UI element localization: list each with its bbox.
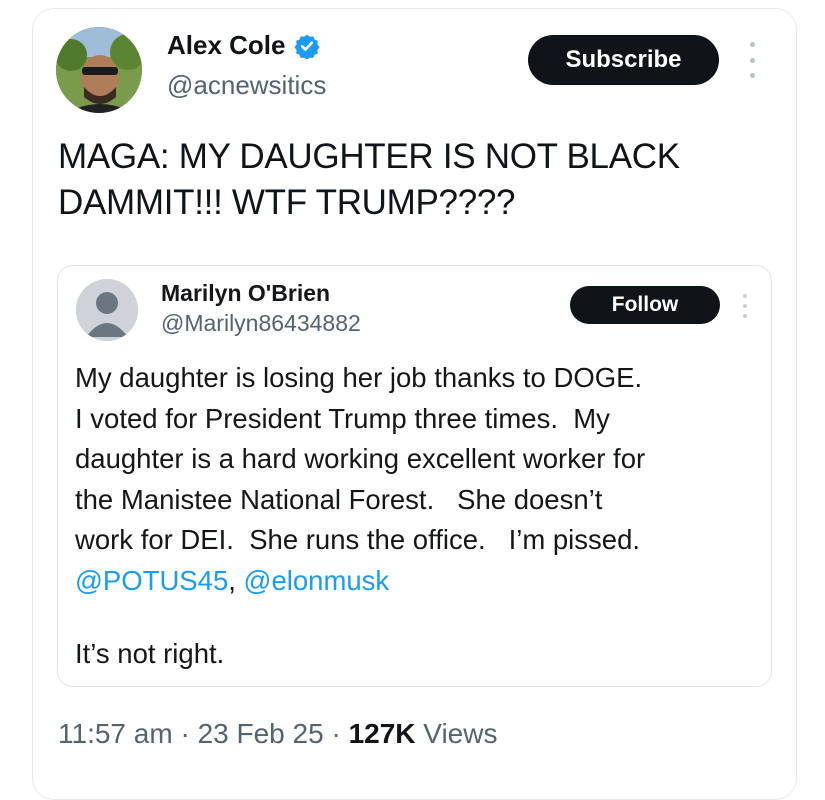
quoted-author-name[interactable]: Marilyn O'Brien: [161, 280, 330, 307]
tweet-text: MAGA: MY DAUGHTER IS NOT BLACK DAMMIT!!!…: [58, 134, 758, 226]
more-options-icon[interactable]: [745, 42, 759, 78]
quoted-text-line: My daughter is losing her job thanks to …: [75, 362, 643, 393]
author-avatar[interactable]: [56, 27, 142, 113]
mention-separator: ,: [228, 564, 244, 596]
follow-button[interactable]: Follow: [570, 286, 720, 324]
author-handle[interactable]: @acnewsitics: [167, 70, 326, 101]
meta-separator: ·: [172, 718, 198, 749]
subscribe-button[interactable]: Subscribe: [528, 35, 719, 85]
quoted-avatar[interactable]: [76, 279, 138, 341]
quoted-mentions-line: @POTUS45, @elonmusk: [75, 561, 765, 602]
quoted-text-line: work for DEI. She runs the office. I’m p…: [75, 524, 640, 556]
tweet-time[interactable]: 11:57 am: [58, 718, 173, 749]
avatar-photo: [56, 27, 142, 113]
meta-separator: ·: [323, 718, 349, 749]
tweet-date[interactable]: 23 Feb 25: [198, 718, 324, 749]
quoted-closing-line: It’s not right.: [75, 638, 225, 669]
quoted-text-line: I voted for President Trump three times.…: [75, 402, 610, 434]
quoted-tweet-text: My daughter is losing her job thanks to …: [75, 358, 765, 602]
quoted-text-line: daughter is a hard working excellent wor…: [75, 443, 646, 475]
mention-link[interactable]: @elonmusk: [244, 565, 390, 596]
author-name-row: Alex Cole: [167, 30, 320, 61]
quoted-more-options-icon[interactable]: [740, 294, 750, 318]
default-avatar-icon: [76, 279, 138, 341]
tweet-text-line: DAMMIT!!! WTF TRUMP????: [58, 183, 516, 222]
quoted-author-handle[interactable]: @Marilyn86434882: [161, 310, 361, 337]
tweet-text-line: MAGA: MY DAUGHTER IS NOT BLACK: [58, 137, 680, 176]
tweet-meta: 11:57 am · 23 Feb 25 · 127K Views: [58, 718, 497, 750]
views-count: 127K: [348, 718, 416, 749]
quoted-tweet[interactable]: Marilyn O'Brien @Marilyn86434882 Follow …: [57, 265, 772, 687]
author-name[interactable]: Alex Cole: [167, 30, 286, 61]
quoted-text-line: the Manistee National Forest. She doesn’…: [75, 483, 603, 515]
mention-link[interactable]: @POTUS45: [75, 565, 228, 596]
verified-badge-icon: [293, 34, 320, 59]
views-label: Views: [415, 718, 498, 749]
